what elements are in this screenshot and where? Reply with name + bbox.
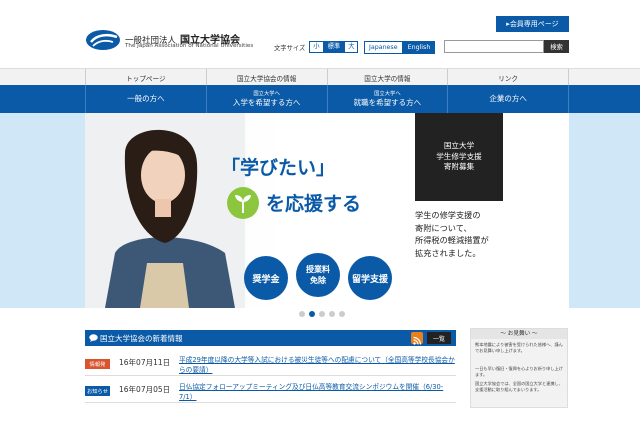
logo-mark-icon bbox=[86, 30, 120, 50]
nav-university-info[interactable]: 国立大学の情報 bbox=[326, 69, 448, 86]
condolence-text: 一日も早い復旧・復興を心よりお祈り申し上げます。 bbox=[475, 366, 563, 377]
donation-text: 学生の修学支援の 寄附について、 所得税の軽減措置が 拡充されました。 bbox=[415, 210, 489, 258]
slide-dot-active[interactable] bbox=[309, 311, 315, 317]
news-badge: 情報発 bbox=[85, 359, 110, 369]
lang-english[interactable]: English bbox=[402, 41, 436, 54]
rss-icon[interactable] bbox=[411, 332, 423, 345]
slider-dots bbox=[299, 311, 345, 317]
hero-subheadline: を応援する bbox=[266, 193, 362, 215]
scholarship-circle: 奨学金 bbox=[244, 256, 288, 300]
hero-banner[interactable]: 「学びたい」 を応援する 奨学金 授業料 免除 留学支援 国立大学 学生修学支援 … bbox=[85, 113, 569, 308]
condolence-text: 熊本地震により被害を受けられた皆様へ、謹んでお見舞い申し上げます。 bbox=[475, 342, 563, 353]
member-page-button[interactable]: ▸ 会員専用ページ bbox=[496, 16, 569, 32]
org-title-en: The Japan Association of National Univer… bbox=[125, 43, 254, 49]
slide-dot[interactable] bbox=[339, 311, 345, 317]
language-switcher: Japanese English bbox=[364, 41, 436, 54]
nav-companies[interactable]: 企業の方へ bbox=[447, 85, 569, 113]
nav-top-page[interactable]: トップページ bbox=[85, 69, 206, 86]
news-item: お知らせ 16年07月05日 日仏協定フォローアップミーティング及び日仏高等教育… bbox=[85, 381, 456, 403]
slide-dot[interactable] bbox=[329, 311, 335, 317]
slide-dot[interactable] bbox=[299, 311, 305, 317]
lang-japanese[interactable]: Japanese bbox=[364, 41, 403, 54]
speech-bubble-icon bbox=[89, 334, 98, 342]
font-size-small[interactable]: 小 bbox=[309, 41, 324, 53]
condolence-text: 国立大学協会では、全国の国立大学と連携し、支援活動に取り組んでまいります。 bbox=[475, 381, 563, 392]
slide-dot[interactable] bbox=[319, 311, 325, 317]
search-button[interactable]: 検索 bbox=[544, 40, 569, 53]
search-input[interactable] bbox=[444, 40, 544, 53]
font-size-large[interactable]: 大 bbox=[344, 41, 359, 53]
news-link[interactable]: 平成29年度以降の大学等入試における被災生徒等への配慮について（全国高等学校長協… bbox=[179, 355, 455, 375]
font-size-label: 文字サイズ bbox=[274, 44, 306, 52]
tuition-waiver-circle: 授業料 免除 bbox=[296, 253, 340, 297]
font-size-normal[interactable]: 標準 bbox=[323, 41, 345, 53]
hero-headline: 「学びたい」 bbox=[221, 157, 336, 179]
top-nav: トップページ 国立大学協会の情報 国立大学の情報 リンク bbox=[0, 68, 640, 86]
news-date: 16年07月05日 bbox=[119, 385, 171, 394]
study-abroad-circle: 留学支援 bbox=[348, 256, 392, 300]
logo[interactable]: 一般社団法人 国立大学協会 The Japan Association of Na… bbox=[85, 28, 275, 54]
search-box: 検索 bbox=[444, 40, 569, 53]
audience-nav: 一般の方へ 国立大学へ 入学を希望する方へ 国立大学へ 就職を希望する方へ 企業… bbox=[0, 85, 640, 113]
student-photo bbox=[85, 113, 245, 308]
condolence-title: ～ お見舞い ～ bbox=[471, 329, 567, 339]
news-link[interactable]: 日仏協定フォローアップミーティング及び日仏高等教育交流シンポジウムを開催（6/3… bbox=[179, 382, 455, 402]
nav-association-info[interactable]: 国立大学協会の情報 bbox=[205, 69, 327, 86]
news-header: 国立大学協会の新着情報 bbox=[85, 330, 456, 346]
nav-prospective-students[interactable]: 国立大学へ 入学を希望する方へ bbox=[205, 85, 327, 113]
nav-links[interactable]: リンク bbox=[447, 69, 569, 86]
news-title: 国立大学協会の新着情報 bbox=[100, 334, 183, 343]
news-date: 16年07月11日 bbox=[119, 358, 171, 367]
news-badge: お知らせ bbox=[85, 386, 110, 396]
condolence-box: ～ お見舞い ～ 熊本地震により被害を受けられた皆様へ、謹んでお見舞い申し上げま… bbox=[470, 328, 568, 408]
font-size-switcher: 文字サイズ 小 標準 大 bbox=[274, 41, 359, 53]
sprout-icon bbox=[227, 187, 259, 219]
news-list-button[interactable]: 一覧 bbox=[427, 332, 451, 344]
nav-general-public[interactable]: 一般の方へ bbox=[85, 85, 206, 113]
nav-job-seekers[interactable]: 国立大学へ 就職を希望する方へ bbox=[326, 85, 448, 113]
donation-box[interactable]: 国立大学 学生修学支援 寄附募集 bbox=[415, 113, 503, 201]
news-item: 情報発 16年07月11日 平成29年度以降の大学等入試における被災生徒等への配… bbox=[85, 354, 456, 376]
